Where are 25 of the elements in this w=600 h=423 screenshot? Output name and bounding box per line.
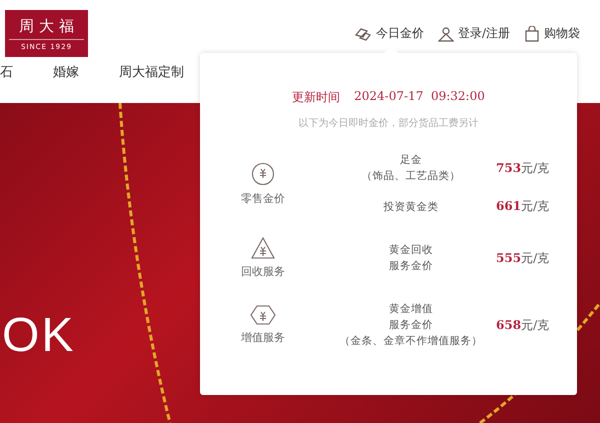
header-link[interactable]: 登录/注册 bbox=[438, 25, 510, 42]
header-link[interactable]: 购物袋 bbox=[524, 25, 580, 42]
price-value: 555元/克 bbox=[496, 250, 550, 266]
price-category: 增值服务 bbox=[241, 330, 285, 345]
price-note: 以下为今日即时金价，部分货品工费另计 bbox=[298, 116, 480, 130]
price-type: 黄金回收 服务金价 bbox=[388, 243, 434, 274]
update-time: 2024-07-17 09:32:00 bbox=[354, 89, 485, 105]
link-label: 登录/注册 bbox=[458, 25, 510, 42]
price-value: 658元/克 bbox=[496, 316, 550, 334]
nav-link[interactable]: 周大福定制 bbox=[119, 63, 184, 81]
logo-brand: 周大福 bbox=[9, 16, 84, 40]
price-type: 投资黄金类 bbox=[382, 200, 440, 214]
link-label: 今日金价 bbox=[376, 25, 424, 42]
update-label: 更新时间 bbox=[292, 89, 340, 106]
price-category: 零售金价 bbox=[241, 190, 285, 206]
price-type: 黄金增值 服务金价 （金条、金章不作增值服务） bbox=[338, 302, 484, 349]
link-label: 购物袋 bbox=[544, 25, 580, 42]
nav-link[interactable]: 石 bbox=[0, 63, 13, 81]
price-category: 回收服务 bbox=[241, 264, 285, 279]
price-value: 753元/克 bbox=[496, 160, 550, 176]
header-link[interactable]: 今日金价 bbox=[354, 25, 424, 42]
banner-text: OK bbox=[2, 308, 76, 363]
nav-link[interactable]: 婚嫁 bbox=[53, 63, 79, 81]
price-value: 661元/克 bbox=[496, 198, 550, 215]
price-type: 足金 （饰品、工艺品类） bbox=[360, 153, 462, 184]
